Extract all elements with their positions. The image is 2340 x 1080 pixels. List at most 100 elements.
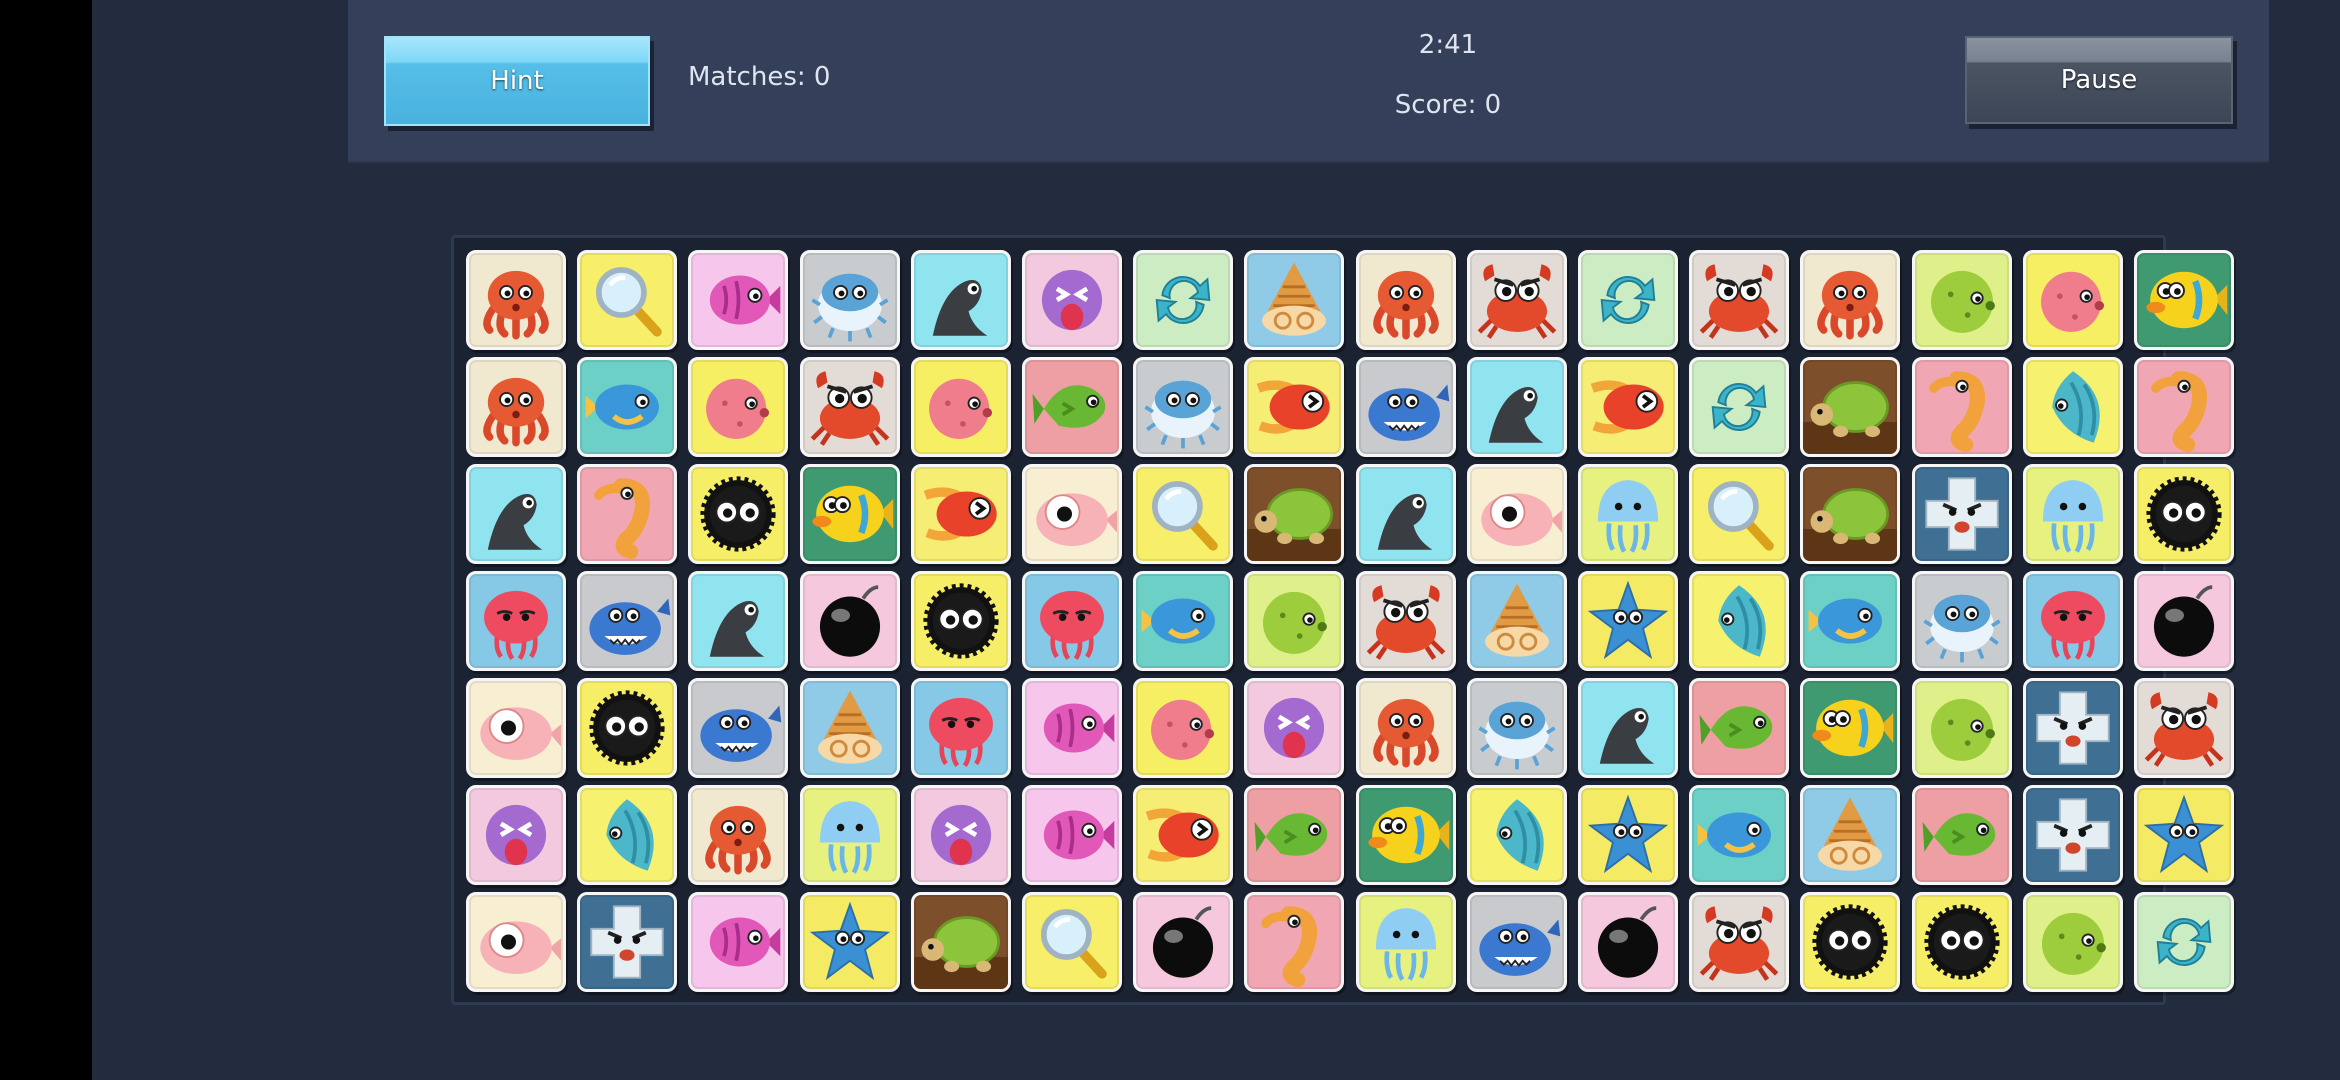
pause-button[interactable]: Pause bbox=[1965, 36, 2233, 124]
starfish-tile[interactable] bbox=[2134, 784, 2234, 885]
jellyfish-tile[interactable] bbox=[1355, 891, 1456, 992]
yellow-fish-tile[interactable] bbox=[2134, 250, 2234, 350]
angelfish-tile[interactable] bbox=[577, 784, 678, 885]
angry-block-tile[interactable] bbox=[1911, 463, 2012, 564]
crab-tile[interactable] bbox=[1466, 250, 1567, 350]
angelfish-tile[interactable] bbox=[1689, 570, 1790, 671]
seal-tile[interactable] bbox=[1466, 356, 1567, 457]
jellyfish-tile[interactable] bbox=[799, 784, 900, 885]
seahorse-tile[interactable] bbox=[1911, 356, 2012, 457]
red-bird-fish-tile[interactable] bbox=[910, 463, 1011, 564]
octopus-tile[interactable] bbox=[1355, 677, 1456, 778]
sea-urchin-tile[interactable] bbox=[1800, 891, 1901, 992]
angry-block-tile[interactable] bbox=[577, 891, 678, 992]
hermit-snail-tile[interactable] bbox=[1244, 250, 1345, 350]
red-jelly-tile[interactable] bbox=[2022, 570, 2123, 671]
magnifier-tile[interactable] bbox=[1022, 891, 1122, 992]
hermit-snail-tile[interactable] bbox=[1466, 570, 1567, 671]
red-bird-fish-tile[interactable] bbox=[1244, 356, 1345, 457]
green-blowfish-tile[interactable] bbox=[1911, 677, 2012, 778]
refresh-tile[interactable] bbox=[1689, 356, 1790, 457]
turtle-tile[interactable] bbox=[1800, 356, 1901, 457]
angelfish-tile[interactable] bbox=[2022, 356, 2123, 457]
seal-tile[interactable] bbox=[910, 250, 1011, 350]
octopus-tile[interactable] bbox=[1355, 250, 1456, 350]
sea-urchin-tile[interactable] bbox=[2134, 463, 2234, 564]
pufferfish-tile[interactable] bbox=[799, 250, 900, 350]
whale-tile[interactable] bbox=[1466, 891, 1567, 992]
hermit-snail-tile[interactable] bbox=[799, 677, 900, 778]
turtle-tile[interactable] bbox=[910, 891, 1011, 992]
yellow-fish-tile[interactable] bbox=[799, 463, 900, 564]
starfish-tile[interactable] bbox=[1578, 570, 1678, 671]
bomb-tile[interactable] bbox=[2134, 570, 2234, 671]
hint-button[interactable]: Hint bbox=[384, 36, 650, 126]
green-fish-tile[interactable] bbox=[1244, 784, 1345, 885]
bomb-tile[interactable] bbox=[1578, 891, 1678, 992]
seal-tile[interactable] bbox=[466, 463, 566, 564]
jellyfish-tile[interactable] bbox=[1578, 463, 1678, 564]
purple-blob-tile[interactable] bbox=[466, 784, 566, 885]
yellow-fish-tile[interactable] bbox=[1355, 784, 1456, 885]
blue-fish-tile[interactable] bbox=[577, 356, 678, 457]
pink-fish-tile[interactable] bbox=[688, 891, 789, 992]
green-blowfish-tile[interactable] bbox=[1244, 570, 1345, 671]
whale-tile[interactable] bbox=[1355, 356, 1456, 457]
bomb-tile[interactable] bbox=[799, 570, 900, 671]
refresh-tile[interactable] bbox=[2134, 891, 2234, 992]
bomb-tile[interactable] bbox=[1133, 891, 1234, 992]
crab-tile[interactable] bbox=[1355, 570, 1456, 671]
octopus-tile[interactable] bbox=[466, 250, 566, 350]
green-fish-tile[interactable] bbox=[1022, 356, 1122, 457]
seahorse-tile[interactable] bbox=[2134, 356, 2234, 457]
magnifier-tile[interactable] bbox=[1689, 463, 1790, 564]
refresh-tile[interactable] bbox=[1133, 250, 1234, 350]
angry-block-tile[interactable] bbox=[2022, 677, 2123, 778]
purple-blob-tile[interactable] bbox=[910, 784, 1011, 885]
red-bird-fish-tile[interactable] bbox=[1578, 356, 1678, 457]
green-fish-tile[interactable] bbox=[1911, 784, 2012, 885]
pink-eyeball-tile[interactable] bbox=[1466, 463, 1567, 564]
pink-blowfish-tile[interactable] bbox=[910, 356, 1011, 457]
octopus-tile[interactable] bbox=[466, 356, 566, 457]
refresh-tile[interactable] bbox=[1578, 250, 1678, 350]
starfish-tile[interactable] bbox=[1578, 784, 1678, 885]
pink-eyeball-tile[interactable] bbox=[466, 891, 566, 992]
sea-urchin-tile[interactable] bbox=[910, 570, 1011, 671]
hermit-snail-tile[interactable] bbox=[1800, 784, 1901, 885]
angry-block-tile[interactable] bbox=[2022, 784, 2123, 885]
pink-eyeball-tile[interactable] bbox=[466, 677, 566, 778]
whale-tile[interactable] bbox=[688, 677, 789, 778]
pink-blowfish-tile[interactable] bbox=[688, 356, 789, 457]
pink-fish-tile[interactable] bbox=[1022, 784, 1122, 885]
whale-tile[interactable] bbox=[577, 570, 678, 671]
blue-fish-tile[interactable] bbox=[1133, 570, 1234, 671]
octopus-tile[interactable] bbox=[688, 784, 789, 885]
turtle-tile[interactable] bbox=[1244, 463, 1345, 564]
yellow-fish-tile[interactable] bbox=[1800, 677, 1901, 778]
pink-fish-tile[interactable] bbox=[1022, 677, 1122, 778]
sea-urchin-tile[interactable] bbox=[688, 463, 789, 564]
seal-tile[interactable] bbox=[1355, 463, 1456, 564]
red-jelly-tile[interactable] bbox=[466, 570, 566, 671]
seal-tile[interactable] bbox=[688, 570, 789, 671]
blue-fish-tile[interactable] bbox=[1689, 784, 1790, 885]
turtle-tile[interactable] bbox=[1800, 463, 1901, 564]
magnifier-tile[interactable] bbox=[1133, 463, 1234, 564]
pink-blowfish-tile[interactable] bbox=[1133, 677, 1234, 778]
crab-tile[interactable] bbox=[2134, 677, 2234, 778]
pink-eyeball-tile[interactable] bbox=[1022, 463, 1122, 564]
starfish-tile[interactable] bbox=[799, 891, 900, 992]
pink-fish-tile[interactable] bbox=[688, 250, 789, 350]
purple-blob-tile[interactable] bbox=[1022, 250, 1122, 350]
pufferfish-tile[interactable] bbox=[1133, 356, 1234, 457]
seahorse-tile[interactable] bbox=[1244, 891, 1345, 992]
sea-urchin-tile[interactable] bbox=[1911, 891, 2012, 992]
pufferfish-tile[interactable] bbox=[1911, 570, 2012, 671]
crab-tile[interactable] bbox=[1689, 250, 1790, 350]
green-blowfish-tile[interactable] bbox=[2022, 891, 2123, 992]
green-blowfish-tile[interactable] bbox=[1911, 250, 2012, 350]
blue-fish-tile[interactable] bbox=[1800, 570, 1901, 671]
green-fish-tile[interactable] bbox=[1689, 677, 1790, 778]
seal-tile[interactable] bbox=[1578, 677, 1678, 778]
